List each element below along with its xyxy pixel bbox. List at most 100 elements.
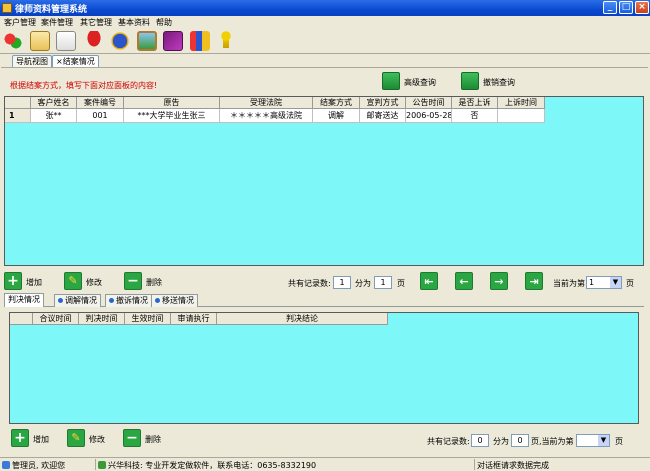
col-effective-time[interactable]: 生效时间 <box>125 313 171 325</box>
sub-current-page-select[interactable]: ▼ <box>576 434 610 447</box>
advanced-search-button[interactable]: 高级查询 <box>382 72 442 92</box>
title-bar: 律师资料管理系统 _ □ × <box>0 0 650 16</box>
sub-current-page-label: 页,当前为第 <box>531 437 574 446</box>
delete-label: 删除 <box>146 278 162 287</box>
cell-appeal-time[interactable] <box>498 109 545 123</box>
sub-total-records-value: 0 <box>471 434 489 447</box>
current-page-value: 1 <box>589 278 595 287</box>
monitor-icon <box>382 72 400 90</box>
col-enforcement[interactable]: 审请执行 <box>171 313 217 325</box>
row-number: 1 <box>5 109 31 123</box>
status-message: 对话框请求数据完成 <box>477 461 549 470</box>
minimize-button[interactable]: _ <box>603 1 617 14</box>
view-tabs: 导航视图 ×结案情况 <box>0 54 650 67</box>
status-bar: 管理员, 欢迎您 兴华科技: 专业开发定做软件，联系电话：0635-833219… <box>0 457 650 471</box>
toolbar <box>0 28 650 54</box>
exit-icon[interactable] <box>216 31 236 51</box>
edit-button[interactable]: ✎ 修改 <box>64 272 114 292</box>
current-page-label: 当前为第 <box>553 279 585 288</box>
current-page-select[interactable]: 1 ▼ <box>586 276 622 289</box>
tab-withdrawal[interactable]: 撤诉情况 <box>105 294 152 307</box>
user-icon <box>2 461 10 469</box>
col-conclusion[interactable]: 判决结论 <box>217 313 388 325</box>
cell-appeal[interactable]: 否 <box>452 109 498 123</box>
maximize-button[interactable]: □ <box>619 1 633 14</box>
sub-edit-button[interactable]: ✎ 修改 <box>67 429 117 449</box>
menu-case[interactable]: 案件管理 <box>41 17 73 28</box>
sub-total-records-label: 共有记录数: <box>427 437 470 446</box>
col-appeal[interactable]: 是否上诉 <box>452 97 498 109</box>
tab-mediation-label: 调解情况 <box>65 296 97 305</box>
prev-page-icon[interactable]: ← <box>455 272 473 290</box>
judgment-grid[interactable]: 合议时间 判决时间 生效时间 审请执行 判决结论 <box>9 312 639 424</box>
menu-other[interactable]: 其它管理 <box>80 17 112 28</box>
chevron-down-icon: ▼ <box>598 435 609 446</box>
first-page-icon[interactable]: ⇤ <box>420 272 438 290</box>
umbrella-icon[interactable] <box>84 31 104 51</box>
alarm-clock-icon[interactable] <box>110 31 130 51</box>
add-label: 增加 <box>26 278 42 287</box>
tab-mediation[interactable]: 调解情况 <box>54 294 101 307</box>
total-records-label: 共有记录数: <box>288 279 331 288</box>
tab-withdrawal-label: 撤诉情况 <box>116 296 148 305</box>
document-edit-icon[interactable] <box>30 31 50 51</box>
menu-help[interactable]: 帮助 <box>156 17 172 28</box>
case-grid[interactable]: 客户姓名 案件编号 原告 受理法院 结案方式 宣判方式 公告时间 是否上诉 上诉… <box>4 96 644 266</box>
tab-case-closing[interactable]: ×结案情况 <box>52 55 99 67</box>
sub-delete-button[interactable]: − 删除 <box>123 429 173 449</box>
sub-split-label: 分为 <box>493 437 509 446</box>
menu-bar: 客户管理 案件管理 其它管理 基本资料 帮助 <box>0 16 650 28</box>
last-page-icon[interactable]: ⇥ <box>525 272 543 290</box>
status-divider <box>474 459 475 470</box>
col-customer-name[interactable]: 客户姓名 <box>31 97 77 109</box>
menu-basic[interactable]: 基本资料 <box>118 17 150 28</box>
company-icon <box>98 461 106 469</box>
col-closing-method[interactable]: 结案方式 <box>313 97 360 109</box>
col-case-number[interactable]: 案件编号 <box>77 97 124 109</box>
tab-transfer-label: 移送情况 <box>162 296 194 305</box>
tab-navigation[interactable]: 导航视图 <box>12 55 52 67</box>
close-button[interactable]: × <box>635 1 649 14</box>
gift-icon[interactable] <box>190 31 210 51</box>
document-pen-icon[interactable] <box>56 31 76 51</box>
split-label: 分为 <box>355 279 371 288</box>
cell-case-number[interactable]: 001 <box>77 109 124 123</box>
row-header-corner <box>10 313 33 325</box>
image-icon[interactable] <box>137 31 157 51</box>
sub-edit-label: 修改 <box>89 435 105 444</box>
col-verdict-method[interactable]: 宣判方式 <box>360 97 406 109</box>
page-unit-label: 页 <box>397 279 405 288</box>
case-grid-header: 客户姓名 案件编号 原告 受理法院 结案方式 宣判方式 公告时间 是否上诉 上诉… <box>5 97 545 109</box>
cell-plaintiff[interactable]: ***大学毕业生张三 <box>124 109 220 123</box>
menu-customer[interactable]: 客户管理 <box>4 17 36 28</box>
table-row[interactable]: 1 张** 001 ***大学毕业生张三 ＊＊＊＊＊高级法院 调解 邮寄送达 2… <box>5 109 545 123</box>
add-button[interactable]: + 增加 <box>4 272 54 292</box>
cell-verdict-method[interactable]: 邮寄送达 <box>360 109 406 123</box>
window-title: 律师资料管理系统 <box>15 5 88 15</box>
cell-notice-time[interactable]: 2006-05-28 <box>406 109 452 123</box>
row-header-corner <box>5 97 31 109</box>
users-icon[interactable] <box>3 31 23 51</box>
undo-icon <box>461 72 479 90</box>
sub-add-button[interactable]: + 增加 <box>11 429 61 449</box>
total-records-value: 1 <box>333 276 351 289</box>
cell-customer-name[interactable]: 张** <box>31 109 77 123</box>
tab-judgment[interactable]: 判决情况 <box>4 293 44 307</box>
tab-transfer[interactable]: 移送情况 <box>151 294 198 307</box>
cell-closing-method[interactable]: 调解 <box>313 109 360 123</box>
status-company: 兴华科技: 专业开发定做软件，联系电话：0635-8332190 <box>108 461 317 470</box>
col-notice-time[interactable]: 公告时间 <box>406 97 452 109</box>
col-court[interactable]: 受理法院 <box>220 97 313 109</box>
col-judgment-time[interactable]: 判决时间 <box>79 313 125 325</box>
cancel-search-button[interactable]: 撤销查询 <box>461 72 521 92</box>
minus-icon: − <box>123 429 141 447</box>
book-icon[interactable] <box>163 31 183 51</box>
next-page-icon[interactable]: → <box>490 272 508 290</box>
delete-button[interactable]: − 删除 <box>124 272 174 292</box>
col-appeal-time[interactable]: 上诉时间 <box>498 97 545 109</box>
cell-court[interactable]: ＊＊＊＊＊高级法院 <box>220 109 313 123</box>
sub-add-label: 增加 <box>33 435 49 444</box>
pencil-icon: ✎ <box>67 429 85 447</box>
col-plaintiff[interactable]: 原告 <box>124 97 220 109</box>
col-deliberation-time[interactable]: 合议时间 <box>33 313 79 325</box>
